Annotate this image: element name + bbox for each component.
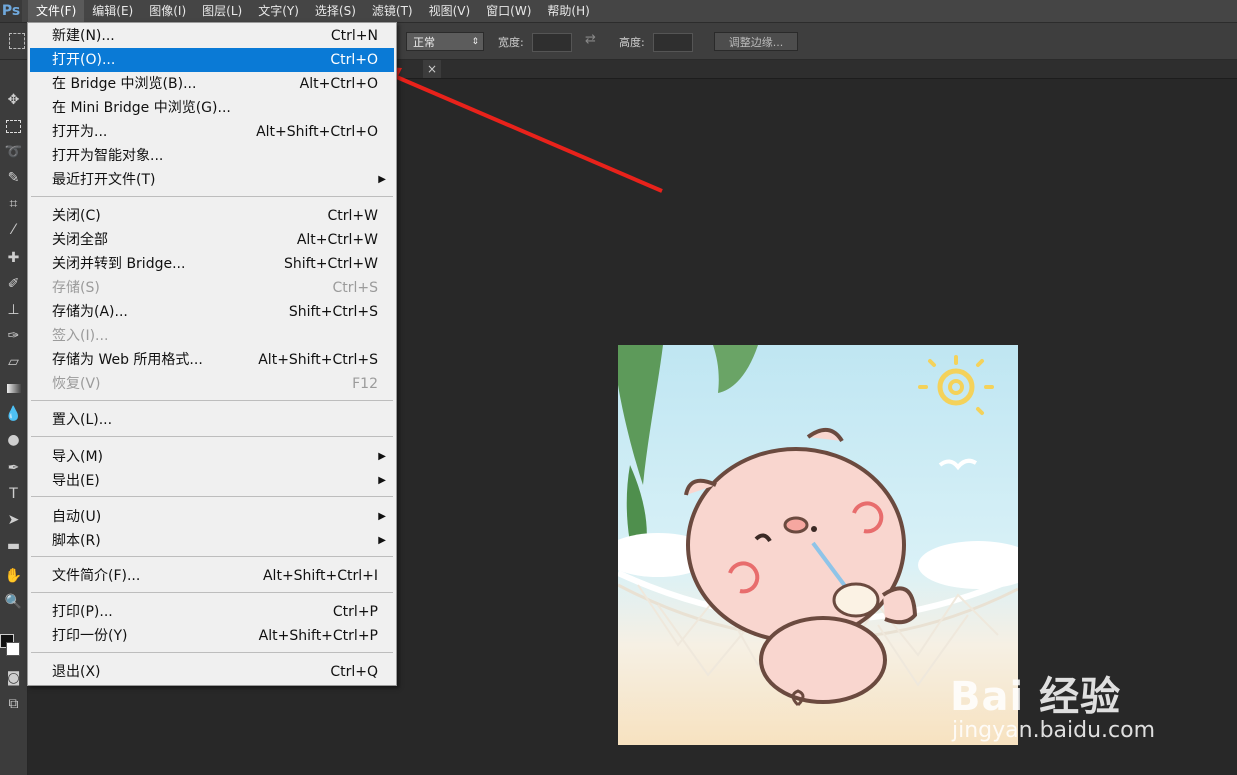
menu-edit[interactable]: 编辑(E): [84, 0, 141, 22]
menu-item-automate[interactable]: 自动(U) ▶: [30, 505, 394, 529]
type-tool-icon[interactable]: T: [0, 482, 27, 506]
submenu-arrow-icon: ▶: [378, 174, 386, 185]
tools-panel: ✥ ➰ ✎ ⌗ ⁄ ✚ ✐ ⊥ ✑ ▱ 💧 ● ✒ T ➤ ▬ ✋ 🔍 ◙ ⧉: [0, 60, 28, 775]
menu-item-open-as[interactable]: 打开为... Alt+Shift+Ctrl+O: [30, 120, 394, 144]
menu-item-save-for-web[interactable]: 存储为 Web 所用格式... Alt+Shift+Ctrl+S: [30, 348, 394, 372]
menu-image[interactable]: 图像(I): [141, 0, 194, 22]
menu-item-exit[interactable]: 退出(X) Ctrl+Q: [30, 660, 394, 684]
history-brush-tool-icon[interactable]: ✑: [0, 324, 27, 348]
menu-item-check-in: 签入(I)...: [52, 328, 109, 344]
eraser-tool-icon[interactable]: ▱: [0, 350, 27, 374]
menu-item-export[interactable]: 导出(E) ▶: [30, 469, 394, 493]
close-icon[interactable]: ×: [423, 60, 441, 78]
lasso-tool-icon[interactable]: ➰: [0, 140, 27, 164]
menu-item-save: 存储(S) Ctrl+S: [52, 280, 378, 296]
submenu-arrow-icon: ▶: [378, 451, 386, 462]
pen-tool-icon[interactable]: ✒: [0, 456, 27, 480]
brush-tool-icon[interactable]: ✐: [0, 272, 27, 296]
photoshop-logo: Ps: [0, 0, 22, 22]
menu-item-browse-bridge[interactable]: 在 Bridge 中浏览(B)... Alt+Ctrl+O: [30, 72, 394, 96]
menu-type[interactable]: 文字(Y): [250, 0, 307, 22]
screen-mode-icon[interactable]: ⧉: [0, 692, 27, 716]
width-label: 宽度:: [498, 36, 524, 49]
baidu-jingyan-watermark-logo: Bai 经验: [950, 674, 1122, 720]
menu-item-close-go-bridge[interactable]: 关闭并转到 Bridge... Shift+Ctrl+W: [30, 252, 394, 276]
width-input[interactable]: [532, 33, 572, 52]
blur-tool-icon[interactable]: 💧: [0, 402, 27, 426]
menu-window[interactable]: 窗口(W): [478, 0, 539, 22]
baidu-jingyan-watermark-url: jingyan.baidu.com: [952, 718, 1156, 743]
menu-separator: [31, 556, 393, 557]
menu-filter[interactable]: 滤镜(T): [364, 0, 421, 22]
menu-item-save-as[interactable]: 存储为(A)... Shift+Ctrl+S: [30, 300, 394, 324]
style-mode-select[interactable]: 正常 ⇕: [406, 32, 484, 51]
menu-file[interactable]: 文件(F): [28, 0, 85, 22]
menu-item-close[interactable]: 关闭(C) Ctrl+W: [30, 204, 394, 228]
menu-select[interactable]: 选择(S): [307, 0, 364, 22]
clone-stamp-tool-icon[interactable]: ⊥: [0, 298, 27, 322]
dodge-tool-icon[interactable]: ●: [0, 428, 27, 452]
swap-icon[interactable]: ⇄: [585, 32, 596, 47]
menu-item-browse-mini-bridge[interactable]: 在 Mini Bridge 中浏览(G)...: [30, 96, 394, 120]
marquee-tool-icon[interactable]: [0, 114, 27, 138]
height-label: 高度:: [619, 36, 645, 49]
submenu-arrow-icon: ▶: [378, 535, 386, 546]
move-tool-icon[interactable]: ✥: [0, 88, 27, 112]
menu-help[interactable]: 帮助(H): [539, 0, 597, 22]
menu-separator: [31, 592, 393, 593]
menu-separator: [31, 652, 393, 653]
menu-item-print-one-copy[interactable]: 打印一份(Y) Alt+Shift+Ctrl+P: [30, 624, 394, 648]
zoom-tool-icon[interactable]: 🔍: [0, 590, 27, 614]
style-mode-value: 正常: [413, 36, 435, 49]
menu-separator: [31, 400, 393, 401]
quick-select-tool-icon[interactable]: ✎: [0, 166, 27, 190]
menu-separator: [31, 196, 393, 197]
crop-tool-icon[interactable]: ⌗: [0, 192, 27, 216]
menu-item-new[interactable]: 新建(N)... Ctrl+N: [30, 24, 394, 48]
submenu-arrow-icon: ▶: [378, 475, 386, 486]
menu-item-import[interactable]: 导入(M) ▶: [30, 445, 394, 469]
menu-view[interactable]: 视图(V): [421, 0, 479, 22]
background-color-swatch[interactable]: [6, 642, 20, 656]
menu-bar: Ps 文件(F) 编辑(E) 图像(I) 图层(L) 文字(Y) 选择(S) 滤…: [0, 0, 1237, 23]
menu-separator: [31, 436, 393, 437]
menu-item-file-info[interactable]: 文件简介(F)... Alt+Shift+Ctrl+I: [30, 564, 394, 588]
hand-tool-icon[interactable]: ✋: [0, 564, 27, 588]
chevron-updown-icon: ⇕: [471, 37, 479, 47]
eyedropper-tool-icon[interactable]: ⁄: [0, 218, 27, 242]
menu-separator: [31, 496, 393, 497]
height-input[interactable]: [653, 33, 693, 52]
submenu-arrow-icon: ▶: [378, 511, 386, 522]
menu-item-scripts[interactable]: 脚本(R) ▶: [30, 529, 394, 553]
menu-item-revert: 恢复(V) F12: [52, 376, 378, 392]
healing-brush-tool-icon[interactable]: ✚: [0, 246, 27, 270]
quick-mask-icon[interactable]: ◙: [0, 666, 27, 690]
menu-item-print[interactable]: 打印(P)... Ctrl+P: [30, 600, 394, 624]
menu-item-place[interactable]: 置入(L)...: [30, 408, 394, 432]
path-selection-tool-icon[interactable]: ➤: [0, 508, 27, 532]
menu-item-open-smart-object[interactable]: 打开为智能对象...: [30, 144, 394, 168]
menu-item-open[interactable]: 打开(O)... Ctrl+O: [30, 48, 394, 72]
refine-edge-button[interactable]: 调整边缘...: [714, 32, 798, 51]
rectangle-tool-icon[interactable]: ▬: [0, 534, 27, 558]
marquee-tool-preset-icon[interactable]: [9, 33, 25, 49]
menu-layer[interactable]: 图层(L): [194, 0, 250, 22]
file-menu-dropdown: 新建(N)... Ctrl+N 打开(O)... Ctrl+O 在 Bridge…: [27, 22, 397, 686]
menu-item-close-all[interactable]: 关闭全部 Alt+Ctrl+W: [30, 228, 394, 252]
menu-item-recent-files[interactable]: 最近打开文件(T) ▶: [30, 168, 394, 192]
gradient-tool-icon[interactable]: [0, 376, 27, 400]
